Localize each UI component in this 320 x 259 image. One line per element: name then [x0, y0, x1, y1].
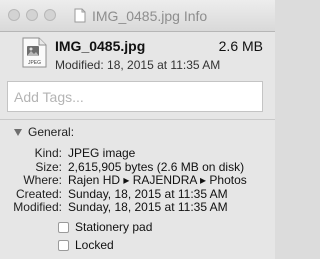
- tags-input[interactable]: [8, 82, 262, 111]
- info-key: Modified:: [13, 200, 62, 214]
- checkbox-box[interactable]: [58, 221, 69, 233]
- info-row-kind: Kind: JPEG image: [0, 146, 275, 161]
- checkbox-label: Stationery pad: [75, 220, 153, 234]
- info-key: Size:: [35, 159, 62, 174]
- info-window: IMG_0485.jpg Info JPEG IMG_0485.jpg 2.6 …: [0, 0, 275, 259]
- checkbox-label: Locked: [75, 238, 114, 252]
- locked-checkbox[interactable]: Locked: [58, 236, 152, 254]
- file-size: 2.6 MB: [218, 38, 263, 54]
- file-name: IMG_0485.jpg: [55, 38, 146, 54]
- info-value: JPEG image: [68, 146, 136, 160]
- info-value: 2,615,905 bytes (2.6 MB on disk): [68, 159, 245, 174]
- zoom-button[interactable]: [44, 9, 56, 21]
- info-value: Sunday, 18, 2015 at 11:35 AM: [68, 186, 228, 201]
- window-title: IMG_0485.jpg Info: [92, 8, 208, 24]
- file-header: JPEG IMG_0485.jpg 2.6 MB Modified: 18, 2…: [0, 32, 275, 76]
- general-section-toggle[interactable]: General:: [14, 124, 74, 140]
- general-info: Kind: JPEG image Size: 2,615,905 bytes (…: [0, 146, 275, 215]
- info-key: Where:: [23, 173, 62, 187]
- title-bar[interactable]: IMG_0485.jpg Info: [0, 0, 275, 32]
- jpeg-label: JPEG: [28, 60, 41, 66]
- minimize-button[interactable]: [26, 9, 38, 21]
- close-button[interactable]: [8, 9, 20, 21]
- info-row-size: Size: 2,615,905 bytes (2.6 MB on disk): [0, 159, 275, 175]
- section-divider: [0, 119, 275, 120]
- tags-field[interactable]: [7, 81, 263, 112]
- general-options: Stationery pad Locked: [58, 218, 152, 254]
- general-section-label: General:: [28, 125, 75, 139]
- checkbox-box[interactable]: [58, 239, 69, 251]
- info-row-modified: Modified: Sunday, 18, 2015 at 11:35 AM: [0, 200, 275, 215]
- info-row-created: Created: Sunday, 18, 2015 at 11:35 AM: [0, 186, 275, 202]
- document-icon: [74, 8, 86, 23]
- info-value: Rajen HD ▸ RAJENDRA ▸ Photos: [68, 173, 247, 187]
- disclosure-triangle-icon[interactable]: [14, 128, 22, 136]
- jpeg-file-icon: JPEG: [22, 37, 47, 68]
- stationery-pad-checkbox[interactable]: Stationery pad: [58, 218, 152, 236]
- info-key: Kind:: [34, 146, 62, 160]
- modified-summary: Modified: 18, 2015 at 11:35 AM: [55, 58, 221, 72]
- info-row-where: Where: Rajen HD ▸ RAJENDRA ▸ Photos: [0, 173, 275, 188]
- info-key: Created:: [15, 186, 62, 201]
- info-value: Sunday, 18, 2015 at 11:35 AM: [68, 200, 228, 214]
